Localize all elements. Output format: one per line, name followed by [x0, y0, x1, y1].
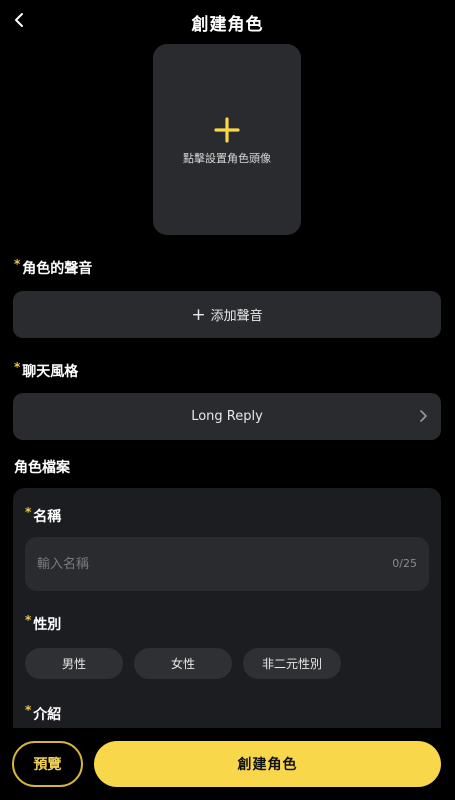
name-char-count: 0/25 — [392, 557, 417, 570]
required-mark: * — [25, 613, 32, 627]
name-label-text: 名稱 — [33, 509, 62, 525]
chat-style-section-label: * 聊天風格 — [14, 360, 79, 381]
plus-icon — [213, 116, 241, 144]
chevron-right-icon — [417, 408, 429, 424]
add-voice-button[interactable]: + 添加聲音 — [13, 291, 441, 338]
page-title: 創建角色 — [191, 15, 264, 35]
gender-option-female[interactable]: 女性 — [134, 648, 232, 679]
gender-option-male[interactable]: 男性 — [25, 648, 123, 679]
required-mark: * — [25, 703, 32, 717]
preview-button[interactable]: 預覽 — [12, 741, 83, 787]
plus-icon: + — [191, 304, 206, 325]
intro-label-text: 介紹 — [33, 707, 62, 723]
chat-style-value: Long Reply — [191, 409, 263, 424]
bottom-action-bar: 預覽 創建角色 — [0, 728, 455, 800]
gender-label-text: 性別 — [33, 617, 62, 633]
add-voice-label: 添加聲音 — [210, 309, 263, 324]
create-character-screen: 創建角色 點擊設置角色頭像 * 角色的聲音 + 添加聲音 * 聊天風格 Long R… — [0, 0, 455, 800]
gender-field-label: * 性別 — [25, 613, 62, 634]
name-input[interactable] — [25, 537, 429, 591]
header: 創建角色 — [0, 0, 455, 44]
intro-field-label: * 介紹 — [25, 703, 62, 724]
gender-option-nonbinary[interactable]: 非二元性別 — [243, 648, 341, 679]
create-character-button[interactable]: 創建角色 — [94, 741, 441, 787]
required-mark: * — [14, 257, 21, 271]
required-mark: * — [14, 360, 21, 374]
voice-label-text: 角色的聲音 — [22, 261, 93, 277]
avatar-hint-text: 點擊設置角色頭像 — [183, 152, 271, 165]
required-mark: * — [25, 505, 32, 519]
avatar-upload-button[interactable]: 點擊設置角色頭像 — [153, 44, 301, 235]
chat-style-label-text: 聊天風格 — [22, 364, 79, 380]
chat-style-selector[interactable]: Long Reply — [13, 393, 441, 440]
voice-section-label: * 角色的聲音 — [14, 257, 93, 278]
name-field-label: * 名稱 — [25, 505, 62, 526]
profile-section-label: 角色檔案 — [14, 460, 70, 476]
